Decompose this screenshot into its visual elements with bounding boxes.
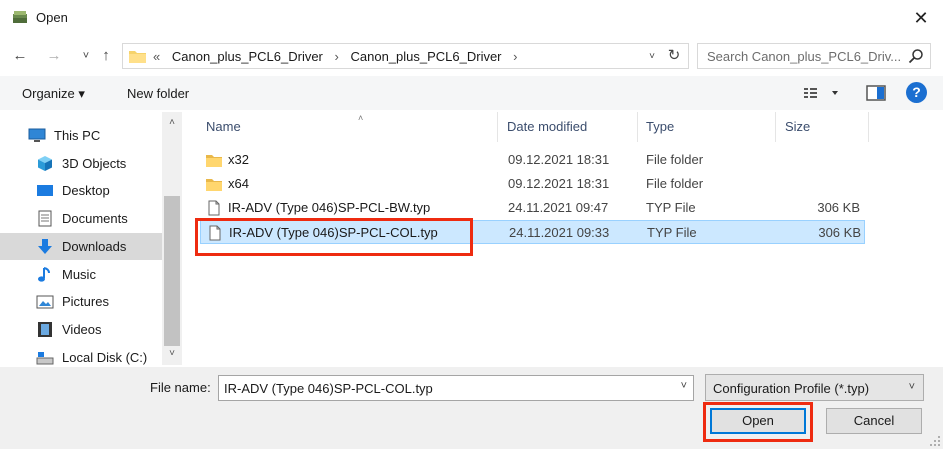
sidebar-item-local-disk[interactable]: Local Disk (C:)	[0, 344, 162, 365]
sidebar-item-label: Desktop	[62, 183, 110, 198]
close-button[interactable]: ✕	[907, 4, 935, 32]
file-type: File folder	[646, 176, 704, 191]
navigation-bar: ← → ˅ ↑ « Canon_plus_PCL6_Driver › Canon…	[0, 38, 943, 74]
sidebar-item-label: Downloads	[62, 239, 127, 254]
open-button[interactable]: Open	[710, 408, 806, 434]
file-name-value: IR-ADV (Type 046)SP-PCL-COL.typ	[224, 381, 433, 396]
search-input[interactable]: Search Canon_plus_PCL6_Driv...	[697, 43, 931, 69]
address-bar[interactable]: « Canon_plus_PCL6_Driver › Canon_plus_PC…	[122, 43, 689, 69]
sidebar-item-documents[interactable]: Documents	[0, 205, 162, 232]
scroll-up-icon[interactable]: ˄	[162, 114, 182, 132]
breadcrumb: « Canon_plus_PCL6_Driver › Canon_plus_PC…	[153, 49, 525, 64]
file-row[interactable]: x64 09.12.2021 18:31 File folder	[200, 172, 865, 196]
preview-pane-icon[interactable]	[866, 85, 886, 101]
file-date: 09.12.2021 18:31	[508, 176, 610, 191]
file-date: 24.11.2021 09:33	[509, 225, 610, 240]
forward-button[interactable]: →	[44, 44, 64, 68]
scroll-down-icon[interactable]: ˅	[162, 345, 182, 363]
file-name: x64	[228, 176, 249, 191]
file-name: IR-ADV (Type 046)SP-PCL-BW.typ	[228, 200, 431, 215]
file-row[interactable]: IR-ADV (Type 046)SP-PCL-BW.typ 24.11.202…	[200, 196, 865, 220]
file-list: Name ˄ Date modified Type Size x32 09.12…	[186, 112, 943, 365]
sidebar-item-label: Pictures	[62, 294, 109, 309]
folder-icon	[206, 179, 222, 191]
cancel-button[interactable]: Cancel	[826, 408, 922, 434]
videos-icon	[38, 322, 52, 337]
sidebar-scroll-thumb[interactable]	[164, 196, 180, 346]
search-icon[interactable]	[908, 48, 924, 64]
address-dropdown-icon[interactable]: ˅	[644, 48, 660, 66]
disk-icon	[36, 352, 54, 365]
download-icon	[38, 239, 52, 254]
file-icon	[208, 200, 220, 216]
sidebar-item-this-pc[interactable]: This PC	[0, 122, 162, 149]
sidebar-item-downloads[interactable]: Downloads	[0, 233, 162, 260]
file-name-label: File name:	[150, 380, 211, 395]
folder-icon	[129, 51, 146, 63]
file-date: 24.11.2021 09:47	[508, 200, 609, 215]
sidebar-item-label: Local Disk (C:)	[62, 350, 148, 365]
breadcrumb-separator[interactable]: ›	[335, 49, 339, 64]
sidebar-item-desktop[interactable]: Desktop	[0, 177, 162, 204]
file-row-selected[interactable]: IR-ADV (Type 046)SP-PCL-COL.typ 24.11.20…	[200, 220, 865, 244]
pictures-icon	[36, 295, 54, 309]
breadcrumb-item[interactable]: Canon_plus_PCL6_Driver	[172, 49, 323, 64]
music-icon	[38, 267, 50, 282]
file-row[interactable]: x32 09.12.2021 18:31 File folder	[200, 148, 865, 172]
help-icon[interactable]: ?	[906, 82, 927, 103]
file-type: TYP File	[647, 225, 697, 240]
sidebar-item-videos[interactable]: Videos	[0, 316, 162, 343]
back-button[interactable]: ←	[10, 44, 30, 68]
breadcrumb-overflow[interactable]: «	[153, 49, 160, 64]
file-name-input[interactable]: IR-ADV (Type 046)SP-PCL-COL.typ ˅	[218, 375, 694, 401]
search-placeholder: Search Canon_plus_PCL6_Driv...	[707, 49, 902, 64]
file-size: 306 KB	[817, 200, 860, 215]
cube-icon	[38, 156, 52, 171]
file-name: IR-ADV (Type 046)SP-PCL-COL.typ	[229, 225, 438, 240]
column-header-label: Name	[206, 119, 241, 134]
chevron-down-icon[interactable]: ˅	[681, 380, 687, 392]
column-header-size[interactable]: Size	[777, 112, 869, 142]
chevron-down-icon: ˅	[908, 381, 915, 393]
organize-button[interactable]: Organize ▾	[22, 86, 85, 102]
file-type-value: Configuration Profile (*.typ)	[713, 381, 870, 396]
sidebar-item-label: Music	[62, 267, 96, 282]
column-header-date[interactable]: Date modified	[499, 112, 638, 142]
column-header-type[interactable]: Type	[638, 112, 776, 142]
navigation-pane: This PC 3D Objects Desktop Documents Dow…	[0, 112, 182, 365]
view-options-icon[interactable]	[803, 85, 839, 101]
window-title: Open	[36, 10, 68, 25]
documents-icon	[38, 210, 52, 227]
sidebar-item-pictures[interactable]: Pictures	[0, 288, 162, 315]
app-icon	[13, 11, 27, 23]
breadcrumb-separator[interactable]: ›	[513, 49, 517, 64]
file-type: File folder	[646, 152, 704, 167]
refresh-icon[interactable]: ↻	[664, 46, 684, 66]
file-type: TYP File	[646, 200, 696, 215]
sidebar-item-label: 3D Objects	[62, 156, 127, 171]
sidebar-item-label: Documents	[62, 211, 128, 226]
resize-grip-icon[interactable]	[929, 435, 941, 447]
sidebar-item-label: Videos	[62, 322, 102, 337]
up-button[interactable]: ↑	[96, 44, 116, 68]
file-name: x32	[228, 152, 249, 167]
title-bar: Open ✕	[0, 0, 943, 36]
sidebar-item-3d-objects[interactable]: 3D Objects	[0, 150, 162, 177]
dialog-footer: File name: IR-ADV (Type 046)SP-PCL-COL.t…	[0, 367, 943, 449]
folder-icon	[206, 155, 222, 167]
file-date: 09.12.2021 18:31	[508, 152, 610, 167]
recent-locations-button[interactable]: ˅	[76, 44, 96, 68]
new-folder-button[interactable]: New folder	[127, 86, 189, 101]
pc-icon	[28, 128, 46, 142]
file-type-select[interactable]: Configuration Profile (*.typ) ˅	[705, 374, 924, 401]
sidebar-item-music[interactable]: Music	[0, 261, 162, 288]
file-icon	[209, 225, 221, 241]
sidebar-item-label: This PC	[54, 128, 101, 143]
sort-ascending-icon: ˄	[358, 113, 364, 123]
file-size: 306 KB	[818, 225, 861, 240]
command-toolbar: Organize ▾ New folder ?	[0, 76, 943, 110]
column-header-name[interactable]: Name ˄	[198, 112, 498, 142]
desktop-icon	[37, 185, 53, 196]
breadcrumb-item[interactable]: Canon_plus_PCL6_Driver	[350, 49, 501, 64]
